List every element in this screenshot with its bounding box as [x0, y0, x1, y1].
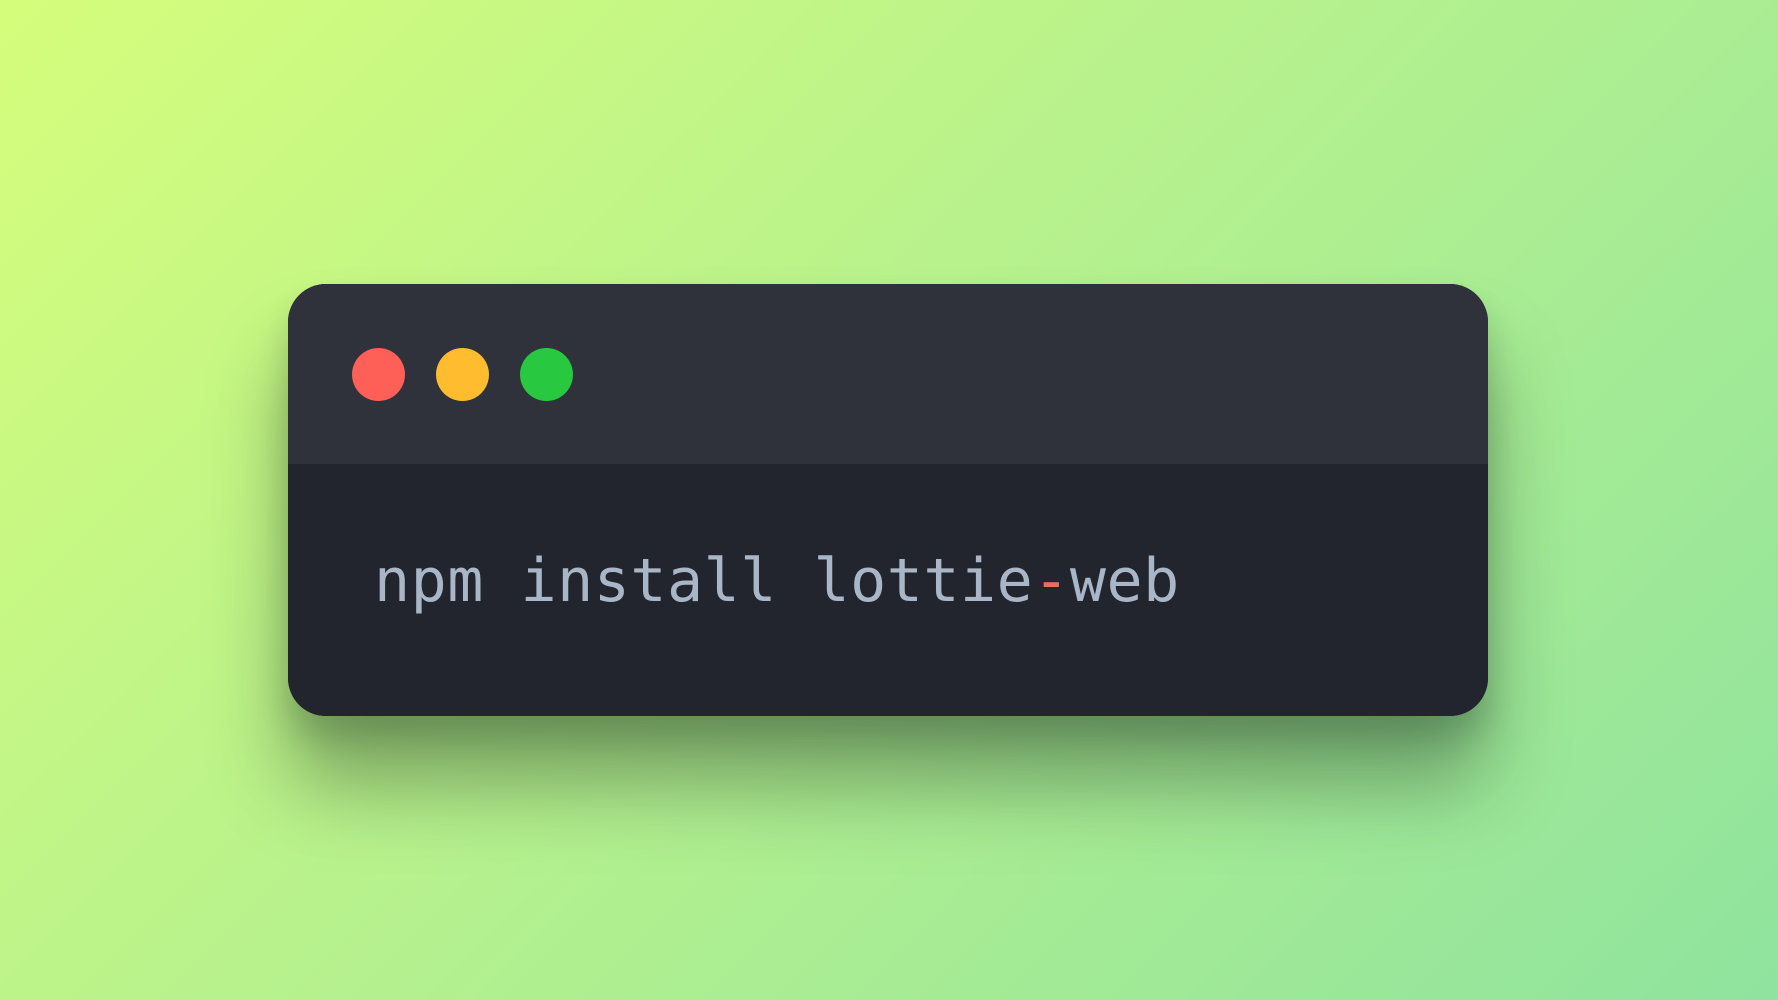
- code-area: npm install lottie-web: [288, 464, 1488, 716]
- window-titlebar: [288, 284, 1488, 464]
- close-dot-icon[interactable]: [352, 348, 405, 401]
- minimize-dot-icon[interactable]: [436, 348, 489, 401]
- command-text-start: npm install lottie: [374, 546, 1034, 616]
- command-text-end: web: [1069, 546, 1180, 616]
- command-line: npm install lottie-web: [374, 546, 1180, 616]
- command-operator: -: [1033, 546, 1070, 616]
- code-window: npm install lottie-web: [288, 284, 1488, 716]
- maximize-dot-icon[interactable]: [520, 348, 573, 401]
